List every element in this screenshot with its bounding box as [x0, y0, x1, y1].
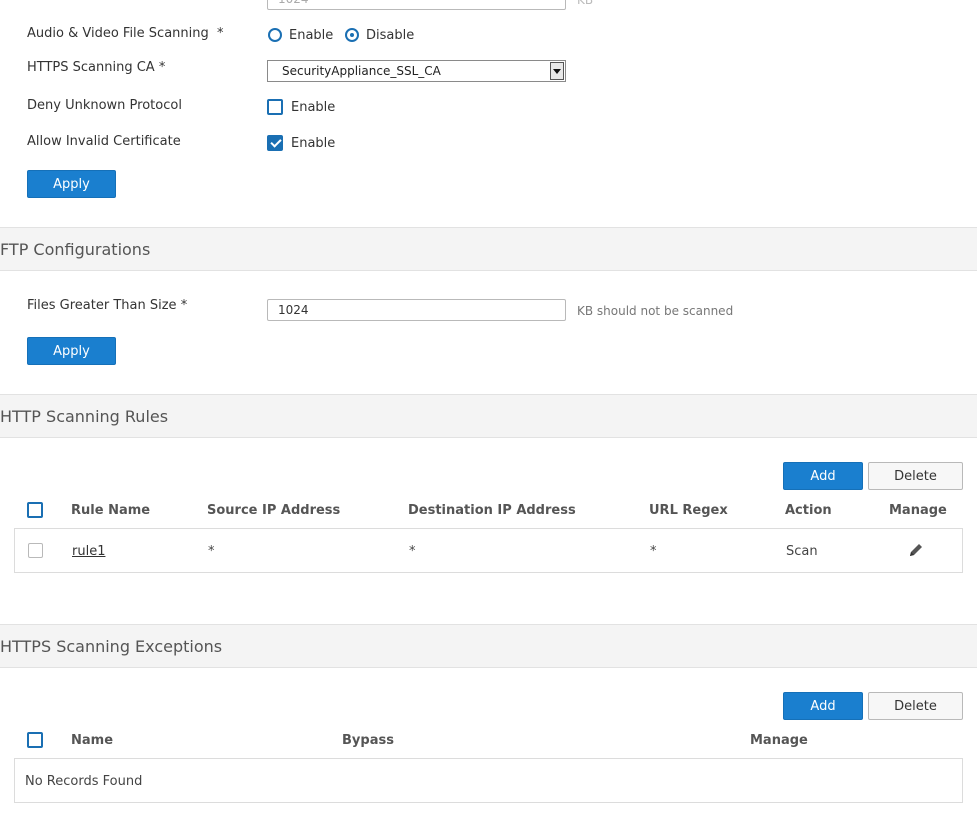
row-url-regex: *	[650, 544, 657, 559]
ftp-apply-button[interactable]: Apply	[27, 337, 116, 365]
column-name: Name	[71, 733, 114, 748]
column-rule-name: Rule Name	[71, 503, 151, 518]
row-destination-ip: *	[409, 544, 416, 559]
http-rules-select-all-checkbox[interactable]	[27, 502, 43, 518]
https-exceptions-delete-button[interactable]: Delete	[868, 692, 963, 720]
top-partial-input[interactable]: 1024	[267, 0, 566, 10]
https-exceptions-select-all-checkbox[interactable]	[27, 732, 43, 748]
audio-video-disable-label: Disable	[366, 28, 415, 43]
column-bypass: Bypass	[342, 733, 394, 748]
column-destination-ip: Destination IP Address	[408, 503, 576, 518]
column-action: Action	[785, 503, 832, 518]
column-manage-exceptions: Manage	[750, 733, 808, 748]
empty-table-row: No Records Found	[14, 758, 963, 803]
deny-unknown-protocol-checkbox[interactable]	[267, 99, 283, 115]
https-scanning-ca-label: HTTPS Scanning CA *	[27, 60, 166, 75]
https-exceptions-add-button[interactable]: Add	[783, 692, 863, 720]
allow-invalid-certificate-checkbox[interactable]	[267, 135, 283, 151]
allow-invalid-certificate-label: Allow Invalid Certificate	[27, 134, 181, 149]
top-partial-unit: KB	[577, 0, 594, 7]
files-greater-than-size-label: Files Greater Than Size *	[27, 298, 188, 313]
http-rules-delete-button[interactable]: Delete	[868, 462, 963, 490]
http-apply-button[interactable]: Apply	[27, 170, 116, 198]
table-row: rule1 * * * Scan	[14, 528, 963, 573]
row-action: Scan	[786, 544, 818, 559]
allow-invalid-enable-label: Enable	[291, 136, 336, 151]
http-scanning-rules-title: HTTP Scanning Rules	[0, 407, 169, 426]
http-rules-add-button[interactable]: Add	[783, 462, 863, 490]
deny-unknown-enable-label: Enable	[291, 100, 336, 115]
http-scanning-rules-header: HTTP Scanning Rules	[0, 394, 977, 438]
ftp-configurations-title: FTP Configurations	[0, 240, 151, 259]
files-size-hint: KB should not be scanned	[577, 304, 734, 318]
https-scanning-ca-value: SecurityAppliance_SSL_CA	[282, 64, 441, 78]
audio-video-enable-label: Enable	[289, 28, 334, 43]
ftp-configurations-header: FTP Configurations	[0, 227, 977, 271]
no-records-text: No Records Found	[25, 774, 143, 789]
row-select-checkbox[interactable]	[28, 543, 43, 558]
https-scanning-exceptions-header: HTTPS Scanning Exceptions	[0, 624, 977, 668]
audio-video-disable-radio[interactable]	[345, 28, 359, 42]
audio-video-enable-radio[interactable]	[268, 28, 282, 42]
column-url-regex: URL Regex	[649, 503, 728, 518]
column-manage: Manage	[889, 503, 947, 518]
audio-video-scanning-label: Audio & Video File Scanning *	[27, 26, 224, 41]
pencil-icon[interactable]	[908, 542, 924, 558]
deny-unknown-protocol-label: Deny Unknown Protocol	[27, 98, 182, 113]
column-source-ip: Source IP Address	[207, 503, 341, 518]
https-scanning-ca-select[interactable]: SecurityAppliance_SSL_CA	[267, 60, 566, 82]
row-source-ip: *	[208, 544, 215, 559]
rule-name-link[interactable]: rule1	[72, 544, 105, 559]
https-scanning-exceptions-title: HTTPS Scanning Exceptions	[0, 637, 223, 656]
files-greater-than-size-input[interactable]: 1024	[267, 299, 566, 321]
chevron-down-icon[interactable]	[550, 62, 564, 80]
